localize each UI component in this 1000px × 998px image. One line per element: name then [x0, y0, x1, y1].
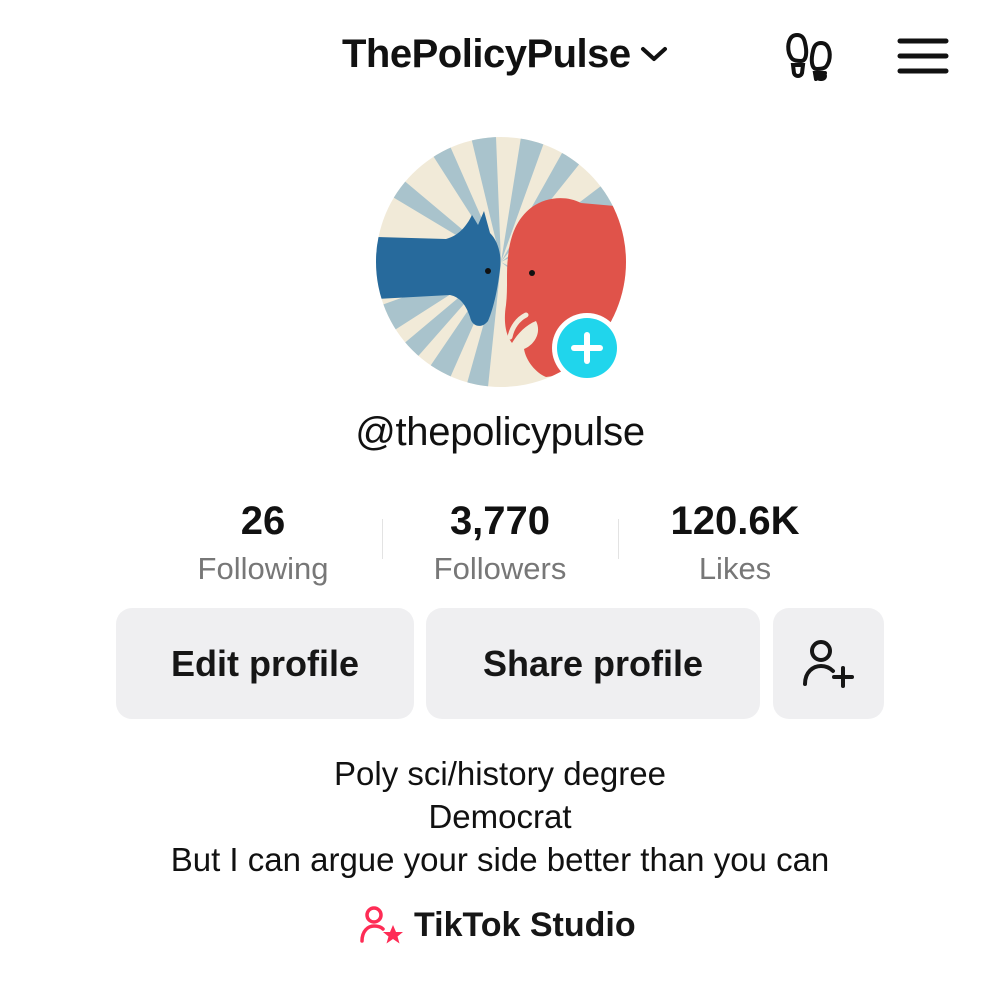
bio-line: Poly sci/history degree [334, 755, 666, 792]
following-label: Following [197, 551, 329, 586]
bio: Poly sci/history degree Democrat But I c… [0, 752, 1000, 881]
account-switcher[interactable]: ThePolicyPulse [342, 28, 669, 80]
footprints-icon [786, 32, 832, 81]
add-avatar-button[interactable] [552, 313, 622, 383]
likes-count: 120.6K [670, 499, 800, 543]
footprints-button[interactable] [780, 28, 840, 84]
user-star-icon [360, 906, 403, 944]
header-username: ThePolicyPulse [342, 31, 631, 76]
following-count: 26 [240, 499, 286, 543]
share-profile-button[interactable]: Share profile [426, 608, 760, 719]
stat-likes[interactable]: 120.6K Likes [625, 495, 845, 591]
share-profile-label: Share profile [482, 642, 704, 684]
followers-count: 3,770 [449, 499, 551, 543]
menu-button[interactable] [894, 30, 952, 82]
stat-divider [618, 519, 619, 559]
add-friend-button[interactable] [773, 608, 884, 719]
followers-label: Followers [433, 551, 567, 586]
edit-profile-button[interactable]: Edit profile [116, 608, 414, 719]
tiktok-studio-label: TikTok Studio [414, 905, 636, 944]
tiktok-studio-link[interactable]: TikTok Studio [360, 900, 636, 950]
add-user-icon [802, 639, 854, 688]
chevron-down-icon [640, 47, 667, 61]
likes-label: Likes [698, 551, 772, 586]
stat-followers[interactable]: 3,770 Followers [390, 495, 610, 591]
stat-following[interactable]: 26 Following [153, 495, 373, 591]
bio-line: But I can argue your side better than yo… [170, 841, 830, 878]
stat-divider [382, 519, 383, 559]
profile-handle: @thepolicypulse [355, 410, 645, 454]
hamburger-menu-icon [897, 38, 949, 74]
edit-profile-label: Edit profile [171, 642, 359, 684]
avatar-container [376, 137, 626, 387]
bio-line: Democrat [428, 798, 572, 835]
plus-icon [571, 332, 603, 364]
profile-screen: ThePolicyPulse @thepolicypulse 26 Follow… [0, 0, 1000, 998]
